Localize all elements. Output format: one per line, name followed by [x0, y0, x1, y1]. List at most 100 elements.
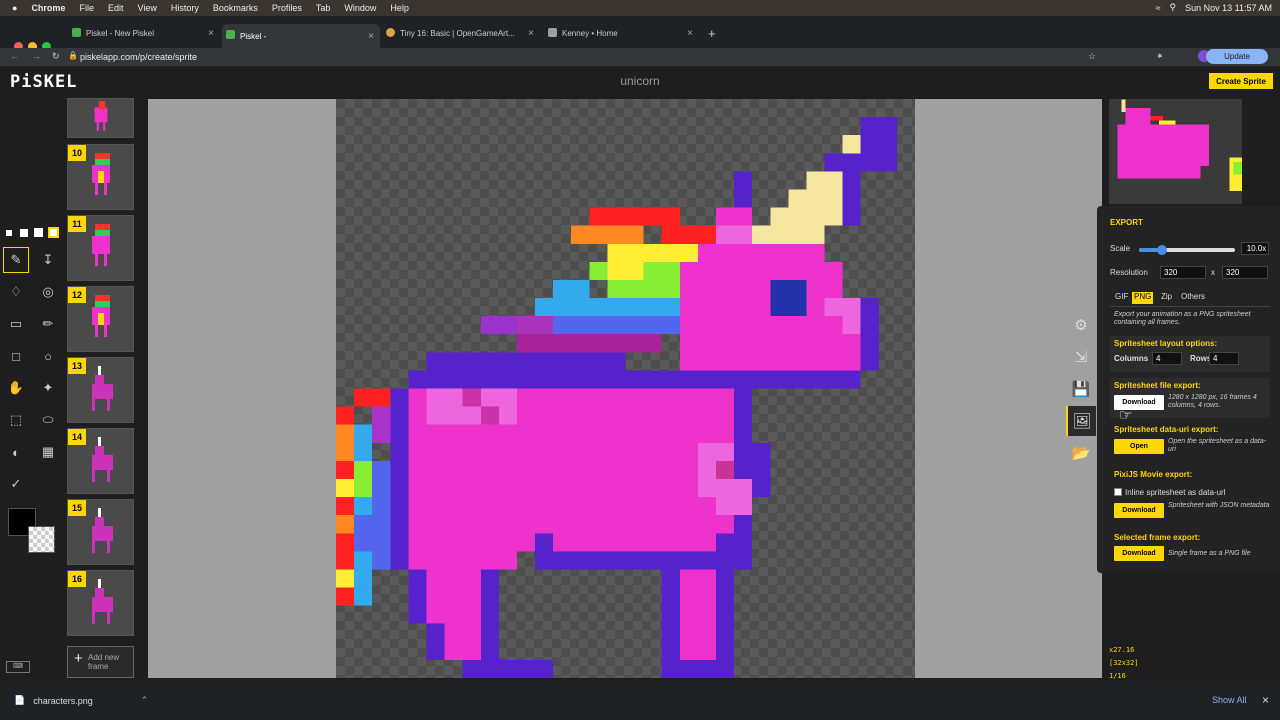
frame-11[interactable]: 11: [67, 215, 134, 281]
datauri-note: Open the spritesheet as a data-uri: [1168, 438, 1267, 453]
url-input[interactable]: piskelapp.com/p/create/sprite: [80, 52, 197, 62]
inline-checkbox[interactable]: [1114, 488, 1122, 496]
settings-gear-icon[interactable]: ⚙: [1066, 310, 1096, 340]
frame-13[interactable]: 13: [67, 357, 134, 423]
animation-preview[interactable]: [1109, 99, 1242, 204]
pen-size-1[interactable]: [6, 230, 12, 236]
tab-png[interactable]: PNG: [1132, 292, 1154, 304]
stroke-tool-icon[interactable]: ✏: [35, 311, 61, 337]
update-button[interactable]: Update: [1206, 49, 1268, 64]
reload-icon[interactable]: ↻: [52, 51, 60, 62]
pixi-download-button[interactable]: Download: [1114, 503, 1164, 518]
menu-bookmarks[interactable]: Bookmarks: [213, 3, 258, 13]
open-folder-icon[interactable]: 📂: [1066, 438, 1096, 468]
menu-tab[interactable]: Tab: [316, 3, 331, 13]
close-tab-icon[interactable]: ×: [528, 28, 534, 39]
close-download-bar-icon[interactable]: ×: [1262, 693, 1269, 707]
vertical-mirror-pen-icon[interactable]: ↧: [35, 247, 61, 273]
shape-selection-icon[interactable]: ✦: [35, 375, 61, 401]
resolution-height-input[interactable]: 320: [1222, 266, 1268, 279]
menu-profiles[interactable]: Profiles: [272, 3, 302, 13]
lock-icon[interactable]: 🔒: [68, 51, 78, 60]
menu-edit[interactable]: Edit: [108, 3, 124, 13]
secondary-color-swatch[interactable]: [28, 526, 55, 553]
menu-app[interactable]: Chrome: [31, 3, 65, 13]
eraser-icon[interactable]: ▭: [3, 311, 29, 337]
frame-15[interactable]: 15: [67, 499, 134, 565]
keyboard-shortcuts-icon[interactable]: ⌨: [6, 661, 30, 673]
sprite-name[interactable]: unicorn: [0, 74, 1280, 88]
png-intro-text: Export your animation as a PNG spriteshe…: [1114, 311, 1251, 326]
pen-tool-icon[interactable]: ✎: [3, 247, 29, 273]
menu-help[interactable]: Help: [390, 3, 409, 13]
new-tab-button[interactable]: +: [708, 26, 716, 41]
chevron-up-icon[interactable]: ⌃: [141, 695, 149, 706]
scale-slider[interactable]: [1139, 245, 1235, 255]
pen-size-3[interactable]: [34, 228, 43, 237]
lasso-select-icon[interactable]: ⬭: [35, 407, 61, 433]
back-icon[interactable]: ←: [10, 51, 19, 61]
frame-10[interactable]: 10: [67, 144, 134, 210]
menu-view[interactable]: View: [137, 3, 156, 13]
paint-all-same-color-icon[interactable]: ◎: [35, 279, 61, 305]
tab-gif[interactable]: GIF: [1113, 292, 1130, 304]
move-hand-icon[interactable]: ✋: [3, 375, 29, 401]
apple-icon[interactable]: ●: [12, 3, 17, 13]
wifi-icon[interactable]: ≈: [1156, 3, 1161, 13]
inline-checkbox-label[interactable]: Inline spritesheet as data-url: [1125, 488, 1226, 497]
tab-kenney[interactable]: Kenney • Home ×: [544, 22, 699, 44]
tab-others[interactable]: Others: [1179, 292, 1207, 304]
tab-piskel-new[interactable]: Piskel - New Piskel ×: [68, 22, 220, 44]
pen-size-2[interactable]: [20, 229, 28, 237]
export-image-icon[interactable]: 🖼: [1066, 406, 1096, 436]
add-new-frame-button[interactable]: + Add new frame: [67, 646, 134, 678]
close-tab-icon[interactable]: ×: [368, 31, 374, 42]
search-icon[interactable]: ⚲: [1170, 2, 1177, 13]
frame-thumbnail: [92, 295, 110, 337]
frame-download-button[interactable]: Download: [1114, 546, 1164, 561]
download-item[interactable]: 📄 characters.png ⌃: [14, 695, 148, 706]
rectangle-tool-icon[interactable]: □: [3, 343, 29, 369]
scale-slider-thumb[interactable]: [1157, 245, 1168, 255]
tab-opengameart[interactable]: Tiny 16: Basic | OpenGameArt... ×: [382, 22, 540, 44]
bookmark-star-icon[interactable]: ☆: [1088, 51, 1096, 62]
rows-input[interactable]: 4: [1209, 352, 1239, 365]
scale-value[interactable]: 10.0x: [1241, 242, 1269, 255]
menu-history[interactable]: History: [171, 3, 199, 13]
open-datauri-button[interactable]: Open: [1114, 439, 1164, 454]
menu-file[interactable]: File: [79, 3, 94, 13]
extensions-icon[interactable]: ✶: [1156, 51, 1164, 62]
menu-window[interactable]: Window: [344, 3, 376, 13]
frame-12[interactable]: 12: [67, 286, 134, 352]
pen-size-4[interactable]: [48, 227, 59, 238]
frame-number: 16: [68, 571, 86, 587]
rectangle-select-icon[interactable]: ⬚: [3, 407, 29, 433]
columns-input[interactable]: 4: [1152, 352, 1182, 365]
close-tab-icon[interactable]: ×: [687, 28, 693, 39]
color-picker-icon[interactable]: ✓: [3, 471, 29, 497]
forward-icon[interactable]: →: [32, 51, 41, 61]
drawing-area[interactable]: [148, 99, 1102, 678]
sprite-canvas[interactable]: [336, 99, 915, 678]
clock-text[interactable]: Sun Nov 13 11:57 AM: [1185, 3, 1272, 13]
circle-tool-icon[interactable]: ○: [35, 343, 61, 369]
layout-title: Spritesheet layout options:: [1114, 339, 1218, 348]
frame-16[interactable]: 16: [67, 570, 134, 636]
dithering-tool-icon[interactable]: ▦: [35, 439, 61, 465]
add-frame-label: Add new frame: [88, 653, 120, 671]
resize-icon[interactable]: ⇲: [1066, 342, 1096, 372]
show-all-button[interactable]: Show All: [1212, 695, 1247, 705]
frame-14[interactable]: 14: [67, 428, 134, 494]
frame-thumb-9[interactable]: [67, 98, 134, 138]
resolution-width-input[interactable]: 320: [1160, 266, 1206, 279]
pixi-note: Spritesheet with JSON metadata: [1168, 502, 1270, 509]
frame-thumbnail: [94, 101, 108, 131]
tab-zip[interactable]: Zip: [1159, 292, 1174, 304]
save-icon[interactable]: 💾: [1066, 374, 1096, 404]
tab-title: Kenney • Home: [562, 28, 618, 38]
create-sprite-button[interactable]: Create Sprite: [1209, 73, 1273, 89]
paint-bucket-icon[interactable]: ♢: [3, 279, 29, 305]
lighten-tool-icon[interactable]: ◐: [3, 439, 29, 465]
close-tab-icon[interactable]: ×: [208, 28, 214, 39]
tab-piskel-active[interactable]: Piskel - ×: [222, 24, 380, 48]
